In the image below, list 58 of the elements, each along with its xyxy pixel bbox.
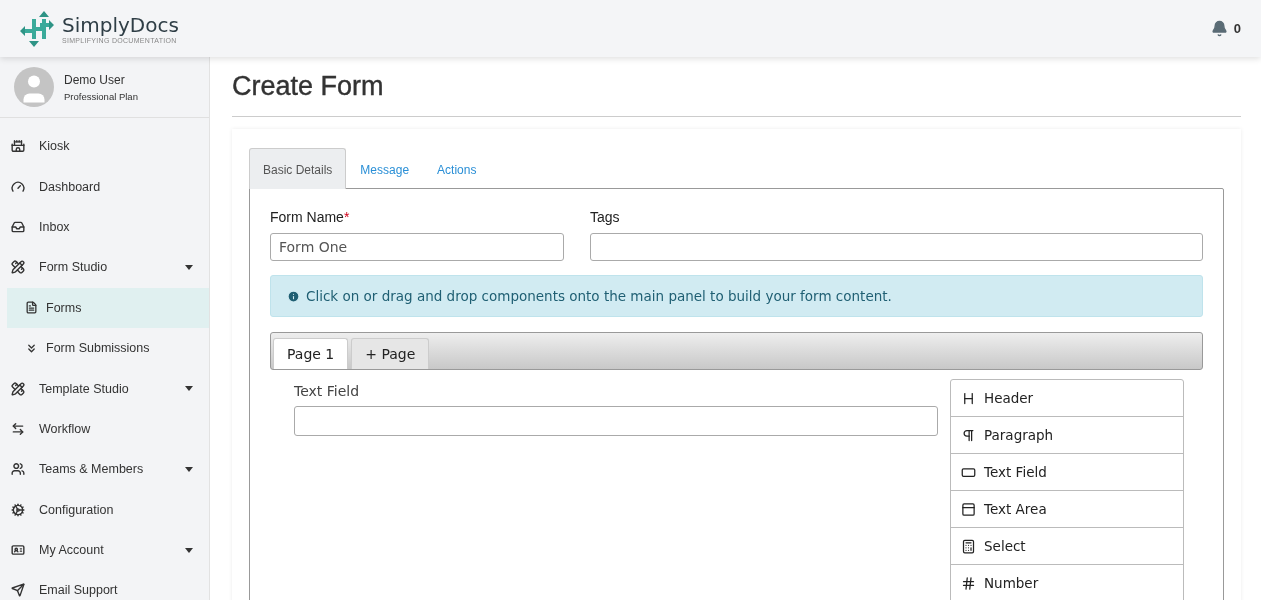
sidebar-item[interactable]: Workflow xyxy=(0,408,209,450)
gauge-icon xyxy=(11,179,25,194)
sidebar-item[interactable]: Dashboard xyxy=(0,166,209,207)
send-icon xyxy=(11,583,25,598)
sidebar-item[interactable]: Form Studio xyxy=(0,247,209,288)
page-tab[interactable]: + Page xyxy=(351,338,430,369)
sidebar-item[interactable]: Forms xyxy=(7,287,209,328)
logo-icon xyxy=(20,10,54,47)
info-text: Click on or drag and drop components onto the main panel to build your form content. xyxy=(306,288,892,304)
component-item[interactable]: Select xyxy=(951,528,1183,565)
bell-icon[interactable] xyxy=(1210,20,1228,37)
tab[interactable]: Basic Details xyxy=(249,148,347,189)
component-item[interactable]: Header xyxy=(951,380,1183,417)
page-title: Create Form xyxy=(232,71,1241,117)
brand-name: SimplyDocs xyxy=(62,13,179,37)
id-card-icon xyxy=(11,543,25,558)
sidebar-item[interactable]: Inbox xyxy=(0,206,209,248)
caret-icon xyxy=(185,547,193,553)
sidebar-item[interactable]: Kiosk xyxy=(0,126,209,167)
avatar-icon xyxy=(14,67,54,107)
field-label: Form Name* xyxy=(270,209,351,225)
sidebar-item[interactable]: Email Support xyxy=(0,570,209,600)
caret-icon xyxy=(185,264,193,270)
tab[interactable]: Actions xyxy=(423,148,491,189)
field-label: Tags xyxy=(590,209,621,225)
sidebar-item[interactable]: Configuration xyxy=(0,489,209,530)
sidebar-item[interactable]: Form Submissions xyxy=(7,327,209,369)
heading-icon xyxy=(961,390,976,406)
user-name: Demo User xyxy=(64,72,126,87)
users-icon xyxy=(11,462,25,477)
castle-icon xyxy=(11,139,25,154)
cogs-icon xyxy=(11,502,25,517)
component-item[interactable]: Text Area xyxy=(951,491,1183,528)
caret-icon xyxy=(185,466,193,472)
component-item[interactable]: Paragraph xyxy=(951,417,1183,454)
inbox-icon xyxy=(11,219,25,234)
sidebar-item[interactable]: My Account xyxy=(0,529,209,571)
sidebar-item[interactable]: Template Studio xyxy=(0,368,209,409)
pencil-ruler-icon xyxy=(11,260,25,275)
field-label: Text Field xyxy=(294,382,361,399)
text-area-icon xyxy=(961,501,976,517)
component-item[interactable]: Number xyxy=(951,565,1183,600)
pencil-ruler-icon xyxy=(11,381,25,396)
document-icon xyxy=(25,301,38,315)
input-field[interactable] xyxy=(590,233,1203,261)
caret-icon xyxy=(185,386,193,392)
pilcrow-icon xyxy=(961,427,976,443)
input-field[interactable] xyxy=(294,406,938,436)
component-item[interactable]: Text Field xyxy=(951,454,1183,491)
page-tab[interactable]: Page 1 xyxy=(273,338,349,369)
info-icon xyxy=(287,289,300,303)
notification-count: 0 xyxy=(1233,21,1241,36)
input-field[interactable]: Form One xyxy=(270,233,564,261)
sidebar-item[interactable]: Teams & Members xyxy=(0,449,209,490)
tab[interactable]: Message xyxy=(346,148,424,189)
user-plan: Professional Plan xyxy=(64,90,138,102)
hash-icon xyxy=(961,575,976,591)
swap-arrows-icon xyxy=(11,421,25,436)
